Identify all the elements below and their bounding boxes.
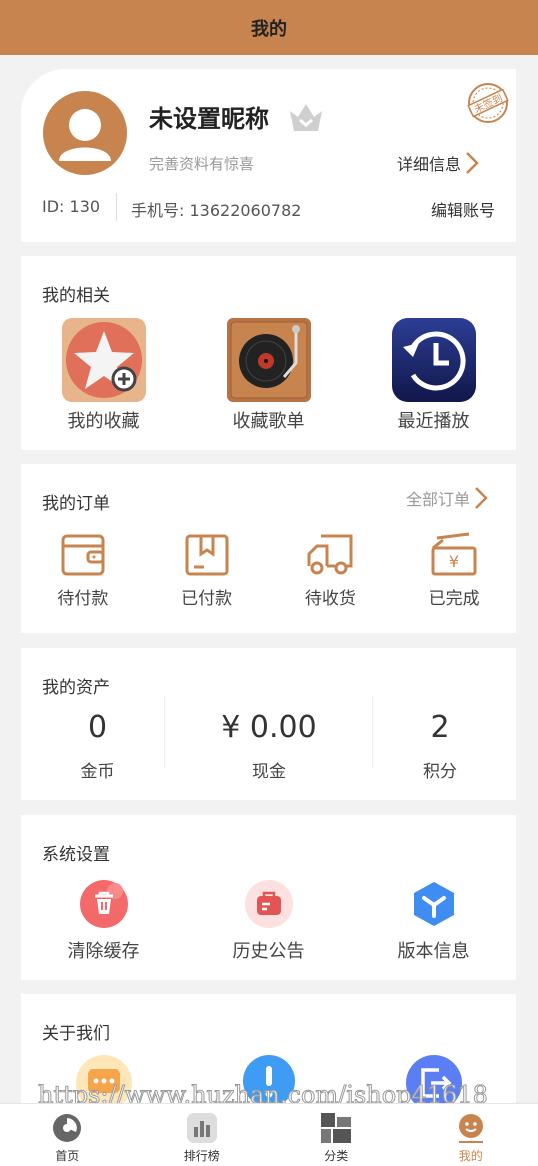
favorites-star-icon (61, 317, 147, 403)
tab-label: 首页 (55, 1147, 79, 1164)
related-section: 我的相关 我的收藏 收藏歌单 (21, 256, 516, 450)
home-pie-icon (51, 1112, 83, 1144)
asset-label: 现金 (252, 757, 286, 782)
detail-info-link[interactable]: 详细信息 (397, 151, 479, 175)
settings-label: 清除缓存 (68, 937, 140, 963)
section-title: 系统设置 (42, 840, 110, 865)
section-title: 关于我们 (42, 1019, 110, 1044)
order-completed[interactable]: ¥ 已完成 (392, 532, 516, 609)
recent-item[interactable]: 最近播放 (351, 317, 516, 433)
tab-home[interactable]: 首页 (0, 1104, 135, 1166)
svg-text:¥: ¥ (449, 552, 459, 571)
favorites-label: 我的收藏 (68, 407, 140, 433)
category-grid-icon (320, 1112, 352, 1144)
user-id: ID: 130 (42, 197, 100, 216)
version-cube-icon (409, 879, 459, 929)
bottom-tab-bar: 首页 排行榜 分类 我的 (0, 1103, 538, 1166)
section-title: 我的相关 (42, 281, 110, 306)
asset-coins[interactable]: 0 金币 (21, 710, 174, 782)
version-info-item[interactable]: 版本信息 (351, 879, 516, 963)
divider (116, 193, 117, 221)
clear-cache-item[interactable]: 清除缓存 (21, 879, 186, 963)
wallet-icon (60, 532, 106, 578)
playlist-label: 收藏歌单 (233, 407, 305, 433)
asset-value: 0 (88, 710, 107, 745)
tab-label: 分类 (324, 1147, 348, 1164)
order-paid[interactable]: 已付款 (145, 532, 269, 609)
edit-account-link[interactable]: 编辑账号 (431, 197, 495, 221)
tab-category[interactable]: 分类 (269, 1104, 404, 1166)
settings-section: 系统设置 清除缓存 历史公告 (21, 815, 516, 980)
asset-label: 积分 (423, 757, 457, 782)
check-in-stamp[interactable]: 未签到 (466, 81, 510, 129)
avatar[interactable] (43, 91, 127, 175)
vip-crown-icon[interactable] (287, 101, 325, 139)
rank-bars-icon (186, 1112, 218, 1144)
recent-label: 最近播放 (398, 407, 470, 433)
all-orders-link[interactable]: 全部订单 (406, 486, 488, 510)
nickname[interactable]: 未设置昵称 (149, 99, 269, 134)
order-label: 已完成 (429, 584, 480, 609)
trash-icon (79, 879, 129, 929)
profile-subtitle: 完善资料有惊喜 (149, 153, 254, 174)
order-label: 待收货 (305, 584, 356, 609)
playlist-item[interactable]: 收藏歌单 (186, 317, 351, 433)
asset-points[interactable]: 2 积分 (364, 710, 516, 782)
notice-bag-icon (244, 879, 294, 929)
tab-label: 排行榜 (184, 1147, 220, 1164)
record-player-icon (226, 317, 312, 403)
box-icon (184, 532, 230, 578)
settings-label: 版本信息 (398, 937, 470, 963)
detail-info-label: 详细信息 (397, 151, 461, 175)
history-notice-item[interactable]: 历史公告 (186, 879, 351, 963)
tab-label: 我的 (459, 1147, 483, 1164)
page-header: 我的 (0, 0, 538, 55)
assets-section: 我的资产 0 金币 ¥ 0.00 现金 2 积分 (21, 648, 516, 800)
asset-cash[interactable]: ¥ 0.00 现金 (174, 710, 364, 782)
recent-clock-icon (391, 317, 477, 403)
asset-label: 金币 (81, 757, 115, 782)
order-label: 待付款 (57, 584, 108, 609)
settings-label: 历史公告 (233, 937, 305, 963)
truck-icon (305, 532, 355, 578)
order-pending-payment[interactable]: 待付款 (21, 532, 145, 609)
profile-card: 未设置昵称 未签到 完善资料有惊喜 详细信息 ID: 130 手机号: 1362… (21, 69, 516, 242)
order-label: 已付款 (181, 584, 232, 609)
orders-section: 我的订单 全部订单 待付款 已付款 (21, 464, 516, 633)
tab-mine[interactable]: 我的 (404, 1104, 538, 1166)
all-orders-label: 全部订单 (406, 486, 470, 510)
asset-value: 2 (430, 710, 449, 745)
favorites-item[interactable]: 我的收藏 (21, 317, 186, 433)
chevron-right-icon (465, 151, 479, 175)
order-to-receive[interactable]: 待收货 (269, 532, 393, 609)
yen-box-icon: ¥ (429, 532, 479, 578)
section-title: 我的订单 (42, 489, 110, 514)
user-phone: 手机号: 13622060782 (131, 197, 301, 221)
tab-ranking[interactable]: 排行榜 (135, 1104, 270, 1166)
profile-face-icon (455, 1112, 487, 1144)
chevron-right-icon (474, 486, 488, 510)
page-title: 我的 (251, 15, 287, 41)
asset-value: ¥ 0.00 (221, 710, 316, 745)
user-avatar-icon (43, 91, 127, 175)
section-title: 我的资产 (42, 673, 110, 698)
